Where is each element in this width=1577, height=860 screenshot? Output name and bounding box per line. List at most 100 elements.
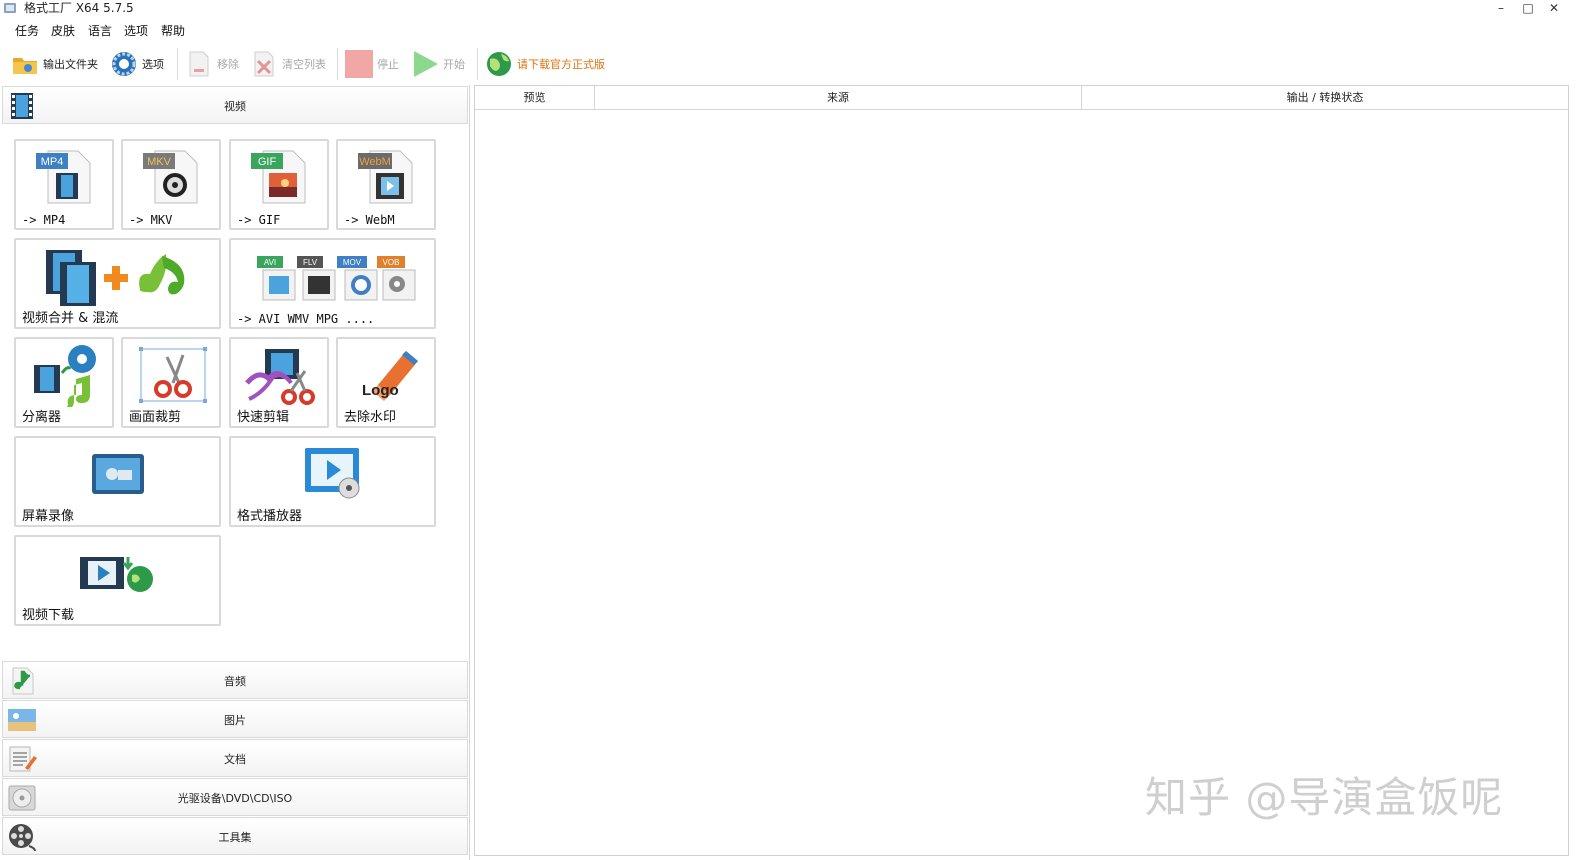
- folder-icon: [13, 58, 37, 74]
- tile-label-gif: -> GIF: [237, 213, 281, 227]
- tile-video-merge[interactable]: 视频合并 & 混流: [14, 238, 221, 329]
- flv-badge: FLV: [303, 258, 318, 267]
- category-audio[interactable]: 音频: [2, 661, 468, 699]
- category-video[interactable]: 视频: [2, 86, 468, 124]
- category-image[interactable]: 图片: [2, 700, 468, 738]
- toolbar-separator: [477, 48, 478, 80]
- minimize-button[interactable]: –: [1488, 0, 1514, 18]
- mkv-file-icon: MKV: [143, 150, 198, 204]
- tile-label-splitter: 分离器: [22, 410, 62, 425]
- play-icon: [414, 51, 438, 77]
- tile-quick-cut[interactable]: 快速剪辑: [229, 337, 329, 428]
- tile-player[interactable]: 格式播放器: [229, 436, 436, 527]
- task-list[interactable]: 预览 来源 输出 / 转换状态: [474, 85, 1569, 856]
- start-label: 开始: [443, 58, 465, 71]
- output-folder-button[interactable]: 输出文件夹: [10, 47, 98, 81]
- options-label: 选项: [142, 58, 164, 71]
- watermark-text: 知乎 @导演盒饭呢: [1145, 773, 1504, 822]
- gear-icon: [112, 52, 136, 76]
- menu-options[interactable]: 选项: [124, 23, 148, 39]
- toolbar-separator: [177, 48, 178, 80]
- tile-label-video-download: 视频下载: [22, 608, 75, 623]
- webm-file-icon: WebM: [358, 150, 413, 204]
- tile-label-screen-record: 屏幕录像: [22, 509, 75, 524]
- close-button[interactable]: ✕: [1541, 0, 1567, 18]
- avi-badge: AVI: [264, 258, 276, 267]
- menu-language[interactable]: 语言: [88, 23, 112, 39]
- tile-label-quick-cut: 快速剪辑: [237, 410, 290, 425]
- toolbar-separator: [337, 48, 338, 80]
- start-button[interactable]: 开始: [410, 47, 465, 81]
- tile-label-mp4: -> MP4: [22, 213, 66, 227]
- tile-label-mkv: -> MKV: [129, 213, 173, 227]
- output-folder-label: 输出文件夹: [43, 58, 98, 71]
- eraser-icon: Logo: [362, 351, 418, 401]
- tile-crop[interactable]: 画面裁剪: [121, 337, 221, 428]
- screen-record-icon: [92, 454, 144, 494]
- column-source[interactable]: 来源: [595, 86, 1082, 110]
- tile-label-crop: 画面裁剪: [129, 410, 182, 425]
- category-image-label: 图片: [224, 714, 246, 727]
- maximize-button[interactable]: □: [1515, 0, 1541, 18]
- column-output-status[interactable]: 输出 / 转换状态: [1082, 86, 1568, 110]
- menu-help[interactable]: 帮助: [161, 23, 185, 39]
- menu-skin[interactable]: 皮肤: [51, 23, 75, 39]
- tile-screen-record[interactable]: 屏幕录像: [14, 436, 221, 527]
- options-button[interactable]: 选项: [109, 47, 164, 81]
- menu-bar: 任务 皮肤 语言 选项 帮助: [0, 21, 1577, 41]
- mkv-badge: MKV: [147, 156, 172, 168]
- category-video-label: 视频: [224, 100, 246, 113]
- player-icon: [305, 448, 360, 499]
- tile-convert-mkv[interactable]: MKV -> MKV: [121, 139, 221, 230]
- splitter-icon: [34, 345, 96, 407]
- download-official-button[interactable]: 请下载官方正式版: [484, 47, 605, 81]
- tile-label-player: 格式播放器: [237, 509, 303, 524]
- tile-label-others: -> AVI WMV MPG ....: [237, 312, 375, 326]
- window-title: 格式工厂 X64 5.7.5: [24, 1, 134, 15]
- stop-button[interactable]: 停止: [344, 47, 399, 81]
- gif-file-icon: GIF: [251, 150, 306, 204]
- tile-remove-watermark[interactable]: Logo 去除水印: [336, 337, 436, 428]
- tile-convert-mp4[interactable]: MP4 -> MP4: [14, 139, 114, 230]
- tile-video-download[interactable]: 视频下载: [14, 535, 221, 626]
- globe-icon: [487, 52, 511, 76]
- category-tools-label: 工具集: [218, 831, 252, 844]
- toolbar: 输出文件夹 选项 移除 清空列表 停止 开始 请下载官方正式版: [0, 44, 1577, 84]
- vob-badge: VOB: [383, 258, 400, 267]
- category-document-label: 文档: [224, 753, 246, 766]
- menu-task[interactable]: 任务: [15, 23, 39, 39]
- remove-button[interactable]: 移除: [184, 47, 239, 81]
- category-optical-label: 光驱设备\DVD\CD\ISO: [177, 792, 293, 805]
- video-download-icon: [80, 557, 153, 592]
- scissors-crop-icon: [139, 347, 207, 403]
- tile-label-webm: -> WebM: [344, 213, 395, 227]
- merge-icon: [46, 250, 185, 306]
- multi-format-icon: AVI FLV MOV VOB: [257, 256, 416, 301]
- download-official-label: 请下载官方正式版: [517, 58, 605, 71]
- webm-badge: WebM: [359, 156, 391, 168]
- stop-label: 停止: [377, 58, 399, 71]
- category-optical-drive[interactable]: 光驱设备\DVD\CD\ISO: [2, 778, 468, 816]
- logo-text: Logo: [362, 382, 399, 399]
- tile-label-merge: 视频合并 & 混流: [22, 311, 119, 326]
- column-preview[interactable]: 预览: [475, 86, 595, 110]
- category-panel: 视频 MP4 -> MP4 MKV -> MKV GIF -> GIF WebM…: [0, 85, 470, 860]
- remove-label: 移除: [217, 58, 239, 71]
- mov-badge: MOV: [343, 258, 362, 267]
- remove-document-icon: [189, 51, 209, 77]
- category-tools[interactable]: 工具集: [2, 817, 468, 855]
- title-bar: 格式工厂 X64 5.7.5 – □ ✕: [0, 0, 1577, 18]
- gif-badge: GIF: [258, 156, 277, 168]
- app-icon: [4, 3, 16, 13]
- tile-convert-gif[interactable]: GIF -> GIF: [229, 139, 329, 230]
- category-document[interactable]: 文档: [2, 739, 468, 777]
- clear-list-label: 清空列表: [282, 58, 326, 71]
- tile-convert-webm[interactable]: WebM -> WebM: [336, 139, 436, 230]
- clear-list-button[interactable]: 清空列表: [249, 47, 326, 81]
- stop-icon: [345, 50, 373, 78]
- task-list-header: 预览 来源 输出 / 转换状态: [475, 86, 1568, 110]
- tile-convert-others[interactable]: AVI FLV MOV VOB -> AVI WMV MPG ....: [229, 238, 436, 329]
- category-audio-label: 音频: [224, 675, 246, 688]
- mp4-file-icon: MP4: [36, 150, 91, 204]
- tile-splitter[interactable]: 分离器: [14, 337, 114, 428]
